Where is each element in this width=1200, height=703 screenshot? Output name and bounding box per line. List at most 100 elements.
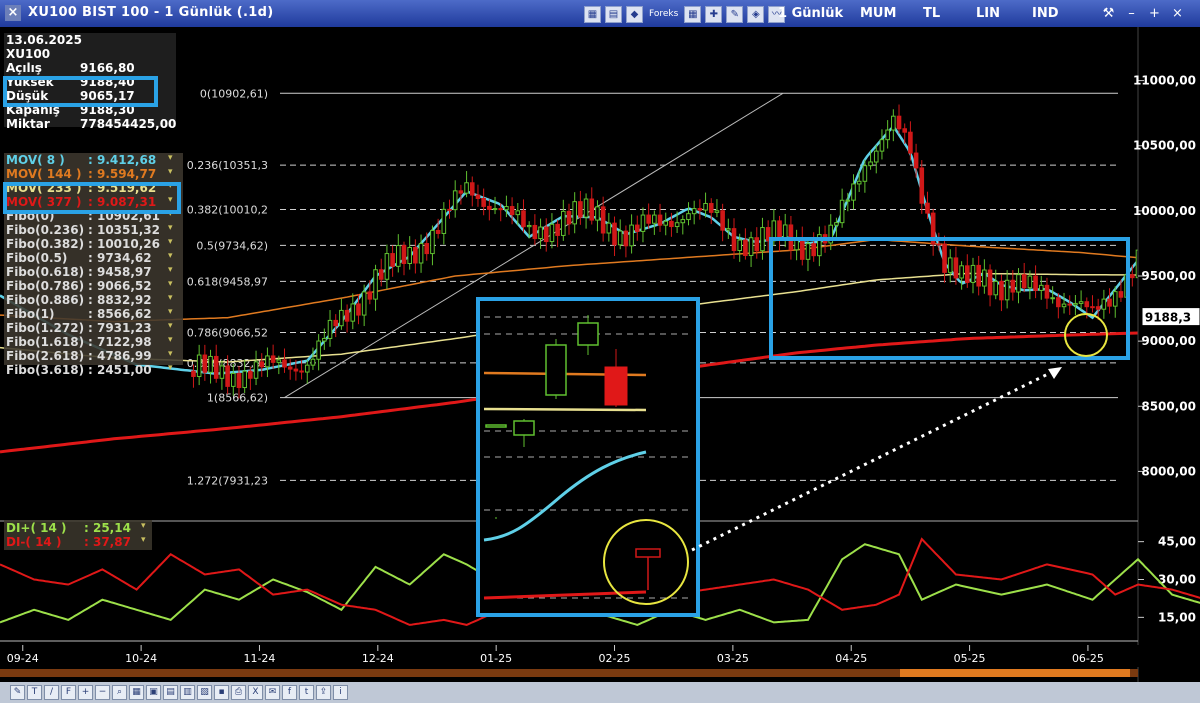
data-window-icon[interactable]: ▤ xyxy=(605,5,622,23)
indicator-mov8[interactable]: MOV( 8 ): 9.412,68 ▾ xyxy=(6,153,182,167)
candle-body xyxy=(737,239,743,252)
indicator-fibo-1618[interactable]: Fibo(1.618): 7122,98 ▾ xyxy=(6,335,182,349)
bar-chart-icon[interactable]: ▥ xyxy=(180,685,195,700)
text-icon[interactable]: T xyxy=(27,685,42,700)
line-icon[interactable]: / xyxy=(44,685,59,700)
chevron-down-icon[interactable]: ▾ xyxy=(168,265,173,275)
settings-icon[interactable]: ⚒ xyxy=(1100,5,1117,22)
pencil-icon[interactable]: ✎ xyxy=(726,5,744,23)
facebook-icon[interactable]: f xyxy=(282,685,297,700)
chevron-down-icon[interactable]: ▾ xyxy=(168,279,173,289)
zoom-in-icon[interactable]: + xyxy=(78,685,93,700)
candle-body xyxy=(367,291,373,300)
pencil-icon[interactable]: ✎ xyxy=(10,685,25,700)
search-icon[interactable]: ⌕ xyxy=(112,685,127,700)
zoomed-inset xyxy=(476,297,700,617)
indicator-fibo-0886[interactable]: Fibo(0.886): 8832,92 ▾ xyxy=(6,293,182,307)
indicator-fibo-0618[interactable]: Fibo(0.618): 9458,97 ▾ xyxy=(6,265,182,279)
candle-body xyxy=(942,243,947,273)
candle-body xyxy=(657,214,663,226)
candle-body xyxy=(902,128,908,133)
indicator-fibo-3618[interactable]: Fibo(3.618): 2451,00 ▾ xyxy=(6,363,182,377)
candle-body xyxy=(458,190,464,194)
indicator-fibo-2618[interactable]: Fibo(2.618): 4786,99 ▾ xyxy=(6,349,182,363)
chevron-down-icon[interactable]: ▾ xyxy=(168,335,173,345)
candle-body xyxy=(612,222,617,246)
price-tick-label: 9500,00 xyxy=(1141,269,1196,283)
chevron-down-icon[interactable]: ▾ xyxy=(168,153,173,163)
maximize-button[interactable]: + xyxy=(1146,5,1163,22)
candle-body xyxy=(549,223,555,243)
chevron-down-icon[interactable]: ▾ xyxy=(168,223,173,233)
inset-candle-body xyxy=(545,344,567,396)
grid-icon[interactable]: ▦ xyxy=(684,5,702,23)
candle-body xyxy=(839,199,845,224)
info-date: 13.06.2025 xyxy=(6,33,82,47)
currency-button[interactable]: TL xyxy=(923,6,940,21)
indicator-fibo-05[interactable]: Fibo(0.5): 9734,62 ▾ xyxy=(6,251,182,265)
period-selector[interactable]: 1 Günlük xyxy=(778,6,843,21)
indicator-fibo-0236[interactable]: Fibo(0.236): 10351,32 ▾ xyxy=(6,223,182,237)
brand-logo: Foreks xyxy=(649,9,679,19)
mail-icon[interactable]: ✉ xyxy=(265,685,280,700)
di-tick-label: 15,00 xyxy=(1158,610,1196,624)
inset-candle-body xyxy=(513,420,535,436)
inset-mov233 xyxy=(483,407,647,412)
candle-body xyxy=(225,365,230,387)
candle-body xyxy=(578,201,583,218)
close-chart-icon[interactable]: × xyxy=(5,5,21,21)
candle-body xyxy=(680,219,686,224)
chevron-down-icon[interactable]: ▾ xyxy=(141,535,146,545)
scale-button[interactable]: LIN xyxy=(976,6,1000,21)
crosshair-icon[interactable]: ✚ xyxy=(705,5,723,23)
chevron-down-icon[interactable]: ▾ xyxy=(168,307,173,317)
candle-body xyxy=(469,182,475,196)
di-plus-legend[interactable]: DI+( 14 ): 25,14 ▾ xyxy=(6,521,152,535)
chevron-down-icon[interactable]: ▾ xyxy=(168,251,173,261)
indicator-fibo-1[interactable]: Fibo(1): 8566,62 ▾ xyxy=(6,307,182,321)
indicator-fibo-0786[interactable]: Fibo(0.786): 9066,52 ▾ xyxy=(6,279,182,293)
chevron-down-icon[interactable]: ▾ xyxy=(141,521,146,531)
print-icon[interactable]: ⎙ xyxy=(231,685,246,700)
window-buttons: ⚒ – + × xyxy=(1100,5,1186,22)
info-row-volume: Miktar 778454425,00 xyxy=(6,117,177,131)
share-icon[interactable]: ⇪ xyxy=(316,685,331,700)
tag-icon[interactable]: ◆ xyxy=(626,5,643,23)
candle-body xyxy=(720,210,725,231)
calendar-icon[interactable]: ▣ xyxy=(146,685,161,700)
table-icon[interactable]: ▤ xyxy=(163,685,178,700)
indicator-fibo-0382[interactable]: Fibo(0.382): 10010,26 ▾ xyxy=(6,237,182,251)
zoom-icon[interactable]: ◈ xyxy=(747,5,765,23)
candle-body xyxy=(316,340,321,360)
indicators-button[interactable]: IND xyxy=(1032,6,1059,21)
chevron-down-icon[interactable]: ▾ xyxy=(168,237,173,247)
zoom-out-icon[interactable]: − xyxy=(95,685,110,700)
excel-icon[interactable]: X xyxy=(248,685,263,700)
twitter-icon[interactable]: t xyxy=(299,685,314,700)
chevron-down-icon[interactable]: ▾ xyxy=(168,363,173,373)
candle-body xyxy=(686,213,691,221)
candle-body xyxy=(851,183,856,201)
candle-mode-button[interactable]: MUM xyxy=(860,6,896,21)
chevron-down-icon[interactable]: ▾ xyxy=(168,167,173,177)
chevron-down-icon[interactable]: ▾ xyxy=(168,321,173,331)
save-icon[interactable]: ▪ xyxy=(214,685,229,700)
indicator-mov144[interactable]: MOV( 144 ): 9.594,77 ▾ xyxy=(6,167,182,181)
candle-body xyxy=(339,309,344,327)
di-minus-legend[interactable]: DI-( 14 ): 37,87 ▾ xyxy=(6,535,152,549)
layout-icon[interactable]: ▧ xyxy=(197,685,212,700)
chart-type-icon[interactable]: ▦ xyxy=(584,5,601,23)
candle-body xyxy=(879,139,885,152)
close-button[interactable]: × xyxy=(1169,5,1186,22)
indicator-fibo-1272[interactable]: Fibo(1.272): 7931,23 ▾ xyxy=(6,321,182,335)
candle-body xyxy=(1021,274,1027,289)
candle-body xyxy=(856,180,862,185)
info-icon[interactable]: i xyxy=(333,685,348,700)
chevron-down-icon[interactable]: ▾ xyxy=(168,293,173,303)
candle-body xyxy=(1084,301,1090,308)
chevron-down-icon[interactable]: ▾ xyxy=(168,349,173,359)
grid-icon[interactable]: ▦ xyxy=(129,685,144,700)
fibonacci-icon[interactable]: F xyxy=(61,685,76,700)
minimize-button[interactable]: – xyxy=(1123,5,1140,22)
window-title: XU100 BIST 100 - 1 Günlük (.1d) xyxy=(28,5,274,20)
